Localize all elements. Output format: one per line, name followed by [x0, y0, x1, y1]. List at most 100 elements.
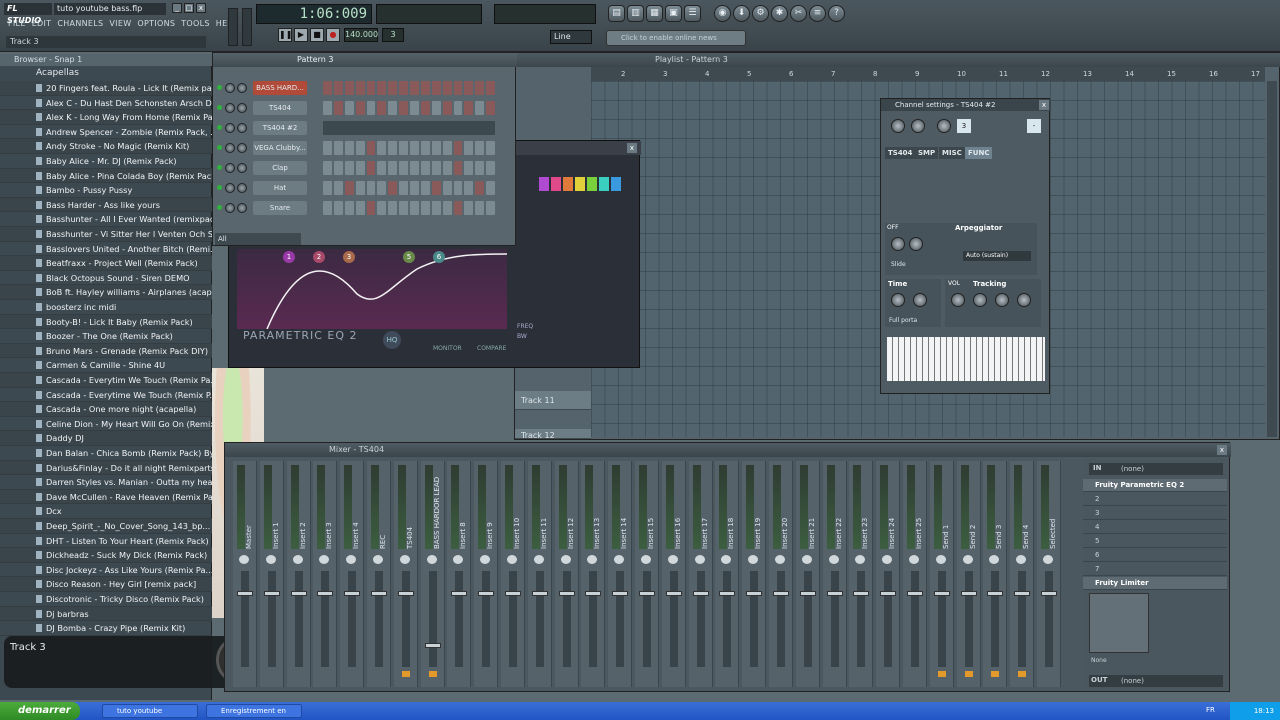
- pan-knob[interactable]: [721, 555, 732, 564]
- volume-fader[interactable]: [562, 571, 571, 667]
- volume-fader[interactable]: [535, 571, 544, 667]
- volume-fader[interactable]: [1045, 571, 1053, 667]
- pan-knob[interactable]: [453, 555, 464, 564]
- fader-cap[interactable]: [799, 591, 816, 596]
- pan-knob[interactable]: [855, 555, 866, 564]
- mixer-strip[interactable]: Master: [233, 461, 257, 687]
- pan-knob[interactable]: [882, 555, 893, 564]
- band-2-handle[interactable]: 2: [313, 251, 325, 263]
- step-buttons[interactable]: [323, 101, 495, 115]
- pan-knob[interactable]: [641, 555, 651, 564]
- mixer-strip[interactable]: Insert 15: [635, 461, 659, 687]
- step-buttons[interactable]: [323, 141, 495, 155]
- volume-fader[interactable]: [401, 571, 410, 667]
- browser-icon[interactable]: ▣: [665, 5, 682, 22]
- list-item[interactable]: BoB ft. Hayley williams - Airplanes (aca…: [0, 285, 212, 300]
- list-item[interactable]: Andy Stroke - No Magic (Remix Kit): [0, 139, 212, 154]
- volume-knob[interactable]: [237, 163, 247, 173]
- fader-cap[interactable]: [907, 591, 923, 596]
- arp-off-toggle[interactable]: OFF: [887, 224, 899, 231]
- mixer-track-select[interactable]: 3: [957, 119, 971, 133]
- close-icon[interactable]: x: [1217, 445, 1227, 455]
- channel-name[interactable]: BASS HARD...: [253, 81, 307, 95]
- step-buttons[interactable]: [323, 201, 495, 215]
- monitor-button[interactable]: MONITOR: [433, 345, 462, 352]
- pan-knob[interactable]: [507, 555, 517, 564]
- playlist-icon[interactable]: ▤: [608, 5, 625, 22]
- tracking-knob[interactable]: [973, 293, 987, 307]
- mixer-strip[interactable]: Insert 1: [259, 461, 284, 687]
- list-item[interactable]: Carmen & Camille - Shine 4U: [0, 358, 212, 373]
- list-item[interactable]: Cascada - Everytime We Touch (Remix P...: [0, 388, 212, 403]
- pan-knob[interactable]: [614, 555, 625, 564]
- fx-slot-5[interactable]: 5: [1083, 535, 1227, 548]
- channel-led[interactable]: [217, 205, 222, 210]
- pan-knob[interactable]: [225, 103, 235, 113]
- help-icon[interactable]: ?: [828, 5, 845, 22]
- pan-knob[interactable]: [292, 555, 303, 564]
- channel-led[interactable]: [217, 145, 222, 150]
- play-button[interactable]: ▶: [294, 28, 308, 42]
- volume-knob[interactable]: [237, 123, 247, 133]
- pan-knob[interactable]: [239, 555, 249, 564]
- volume-knob[interactable]: [237, 203, 247, 213]
- list-item[interactable]: Darius&Finlay - Do it all night Remixpar…: [0, 460, 212, 476]
- mixer-strip[interactable]: Insert 13: [581, 461, 606, 687]
- fader-cap[interactable]: [424, 643, 441, 648]
- fx-slot-1[interactable]: Fruity Parametric EQ 2: [1083, 479, 1227, 492]
- volume-fader[interactable]: [1018, 571, 1027, 667]
- volume-fader[interactable]: [241, 571, 249, 667]
- fader-cap[interactable]: [558, 591, 575, 596]
- mixer-strip[interactable]: TS404: [393, 461, 418, 687]
- mixer-strip[interactable]: Send 1: [929, 461, 954, 687]
- taskbar-item-fl[interactable]: tuto youtube bass.flp...: [102, 704, 198, 718]
- mixer-strip[interactable]: BASS HARDOR LEAD: [420, 461, 445, 687]
- disk-icon[interactable]: ◉: [714, 5, 731, 22]
- master-pitch-slider[interactable]: [242, 8, 252, 46]
- fader-cap[interactable]: [853, 591, 870, 596]
- pan-knob[interactable]: [694, 555, 705, 564]
- list-item[interactable]: Disco Reason - Hey Girl [remix pack]: [0, 577, 212, 592]
- mixer-icon[interactable]: ☰: [684, 5, 701, 22]
- slide-checkbox[interactable]: Slide: [891, 261, 906, 268]
- tab-func[interactable]: FUNC: [965, 147, 993, 159]
- list-item[interactable]: Alex K - Long Way From Home (Remix Pa...: [0, 110, 212, 125]
- taskbar-item-rec[interactable]: Enregistrement en co...: [206, 704, 302, 718]
- volume-fader[interactable]: [830, 571, 839, 667]
- list-item[interactable]: Basslovers United - Another Bitch (Remi.…: [0, 242, 212, 257]
- track-12[interactable]: Track 12: [515, 429, 591, 440]
- fx-slot-4[interactable]: 4: [1083, 521, 1227, 534]
- pan-knob[interactable]: [989, 555, 1000, 564]
- mixer-strip[interactable]: Insert 2: [286, 461, 311, 687]
- pan-knob[interactable]: [225, 183, 235, 193]
- list-item[interactable]: Dan Balan - Chica Bomb (Remix Pack) By..…: [0, 446, 212, 461]
- channel-led[interactable]: [217, 105, 222, 110]
- pan-knob[interactable]: [935, 555, 946, 564]
- mixer-strip[interactable]: Insert 3: [313, 461, 338, 687]
- list-item[interactable]: Dcx: [0, 504, 212, 519]
- fader-cap[interactable]: [505, 591, 521, 596]
- plugin-icon[interactable]: ✱: [771, 5, 788, 22]
- volume-fader[interactable]: [321, 571, 330, 667]
- fader-cap[interactable]: [1041, 591, 1057, 596]
- list-item[interactable]: Basshunter - Vi Sitter Her I Venten Och …: [0, 227, 212, 242]
- menu-channels[interactable]: CHANNELS: [57, 19, 103, 31]
- pan-knob[interactable]: [560, 555, 571, 564]
- step-buttons[interactable]: [323, 81, 495, 95]
- mixer-strip[interactable]: Insert 9: [474, 461, 499, 687]
- mixer-strip[interactable]: Send 3: [983, 461, 1008, 687]
- pan-knob[interactable]: [225, 143, 235, 153]
- fader-cap[interactable]: [317, 591, 334, 596]
- master-volume-slider[interactable]: [228, 8, 238, 46]
- news-panel[interactable]: Click to enable online news: [606, 30, 746, 46]
- channel-name[interactable]: TS404 #2: [253, 121, 307, 135]
- list-item[interactable]: Discotronic - Tricky Disco (Remix Pack): [0, 592, 212, 607]
- folder-acapellas[interactable]: Acapellas: [0, 67, 212, 80]
- volume-fader[interactable]: [509, 571, 517, 667]
- mixer-strip[interactable]: Insert 22: [822, 461, 847, 687]
- fader-cap[interactable]: [397, 591, 414, 596]
- pan-knob[interactable]: [909, 555, 919, 564]
- fx-slot-3[interactable]: 3: [1083, 507, 1227, 520]
- channel-filter-select[interactable]: All: [215, 233, 301, 245]
- arp-time-knob[interactable]: [891, 237, 905, 251]
